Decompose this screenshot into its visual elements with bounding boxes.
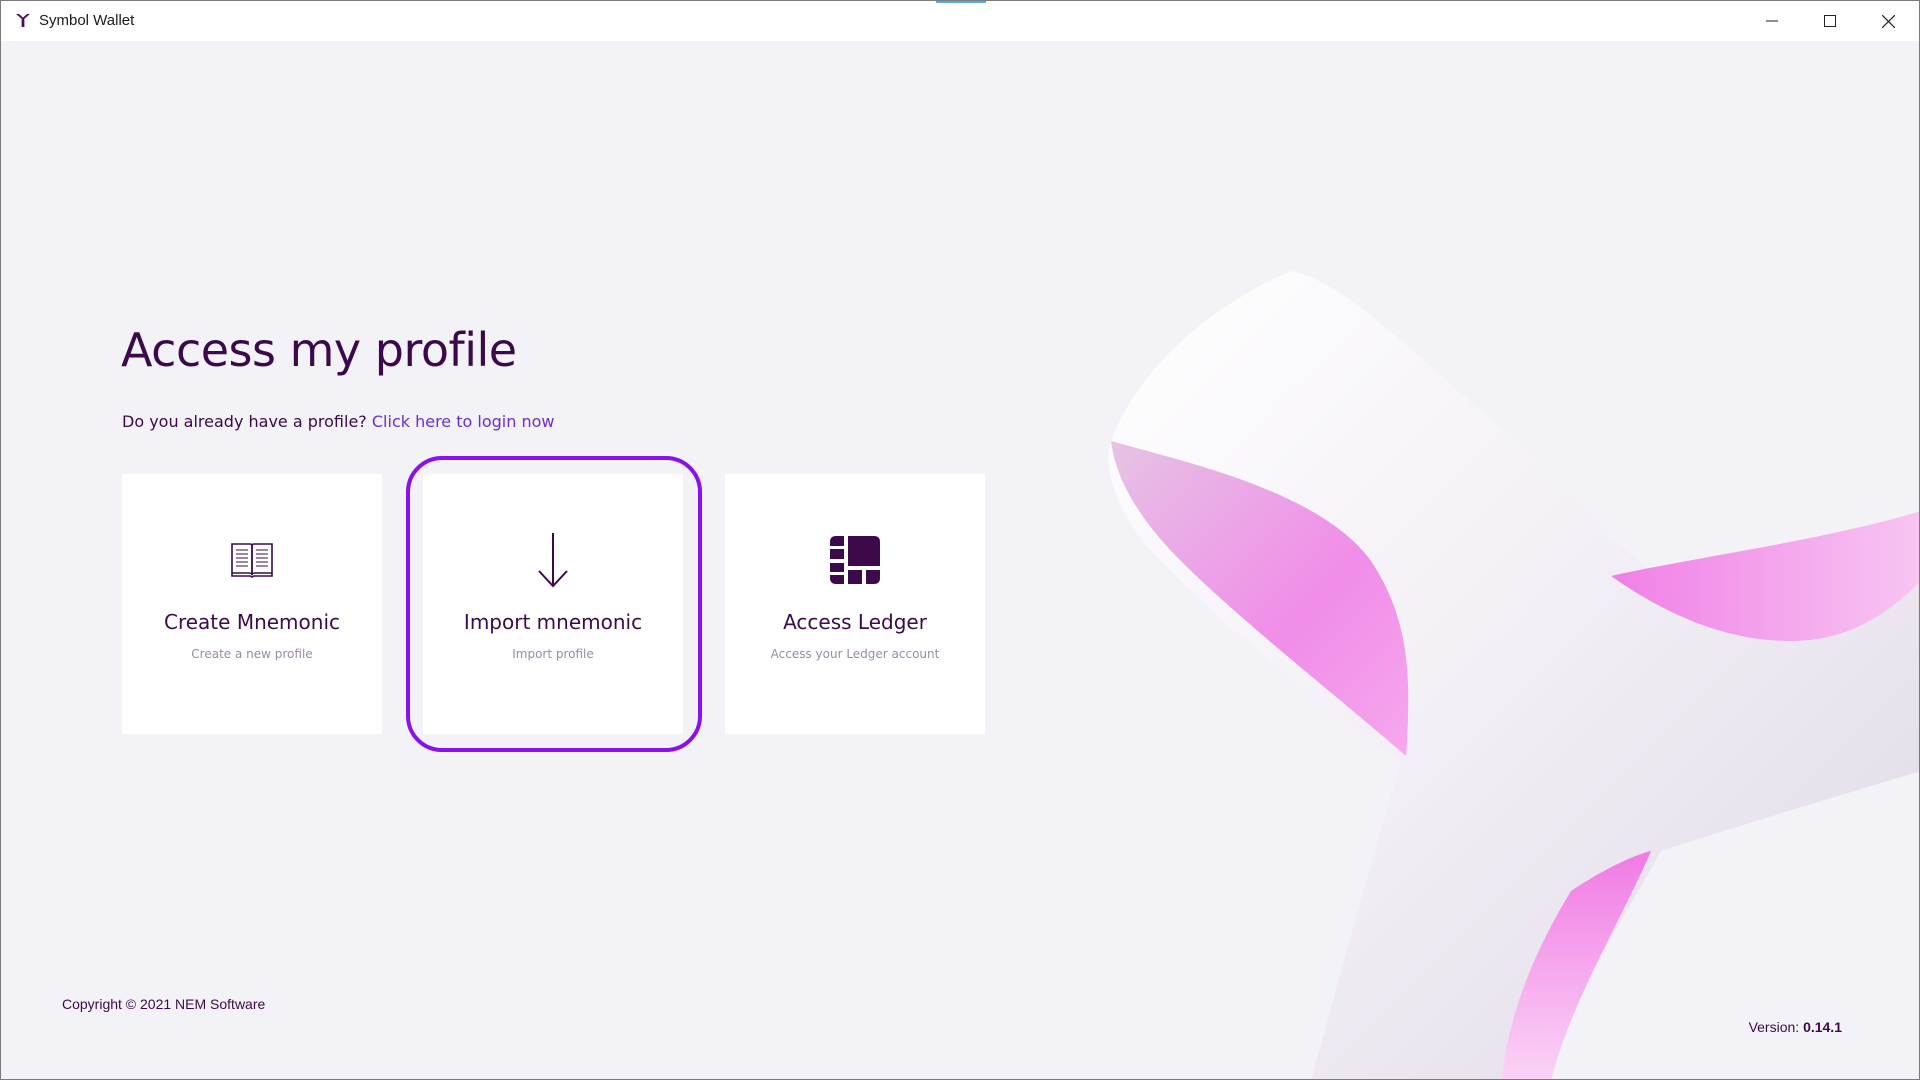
copyright-text: Copyright © 2021 NEM Software — [62, 996, 266, 1012]
main-content: Access my profile Do you already have a … — [1, 41, 1919, 1079]
card-subtitle: Access your Ledger account — [770, 647, 940, 661]
book-icon — [226, 534, 278, 586]
card-title: Create Mnemonic — [164, 610, 340, 634]
card-subtitle: Import profile — [512, 647, 594, 661]
login-link[interactable]: Click here to login now — [372, 412, 555, 431]
version-label: Version: — [1748, 1019, 1800, 1035]
close-button[interactable] — [1859, 1, 1917, 41]
version-value: 0.14.1 — [1803, 1019, 1842, 1035]
create-mnemonic-card[interactable]: Create Mnemonic Create a new profile — [122, 474, 382, 734]
maximize-button[interactable] — [1801, 1, 1859, 41]
card-subtitle: Create a new profile — [191, 647, 313, 661]
maximize-icon — [1824, 15, 1836, 27]
arrow-down-icon — [527, 533, 579, 588]
title-bar[interactable]: Symbol Wallet — [1, 1, 1919, 41]
window-title: Symbol Wallet — [39, 12, 135, 29]
ledger-icon — [829, 534, 881, 586]
version-info: Version: 0.14.1 — [1749, 1019, 1842, 1035]
title-accent-line — [936, 1, 986, 3]
minimize-button[interactable] — [1743, 1, 1801, 41]
symbol-logo-icon — [16, 14, 30, 27]
close-icon — [1881, 14, 1895, 28]
access-ledger-card[interactable]: Access Ledger Access your Ledger account — [725, 474, 985, 734]
login-prompt-text: Do you already have a profile? — [122, 412, 367, 431]
card-title: Access Ledger — [783, 610, 927, 634]
page-title: Access my profile — [121, 323, 517, 377]
app-window: Symbol Wallet Access my profile Do you a… — [0, 0, 1920, 1080]
login-prompt: Do you already have a profile? Click her… — [122, 412, 554, 431]
card-title: Import mnemonic — [463, 610, 643, 634]
minimize-icon — [1766, 20, 1778, 22]
import-mnemonic-card[interactable]: Import mnemonic Import profile — [423, 474, 683, 734]
